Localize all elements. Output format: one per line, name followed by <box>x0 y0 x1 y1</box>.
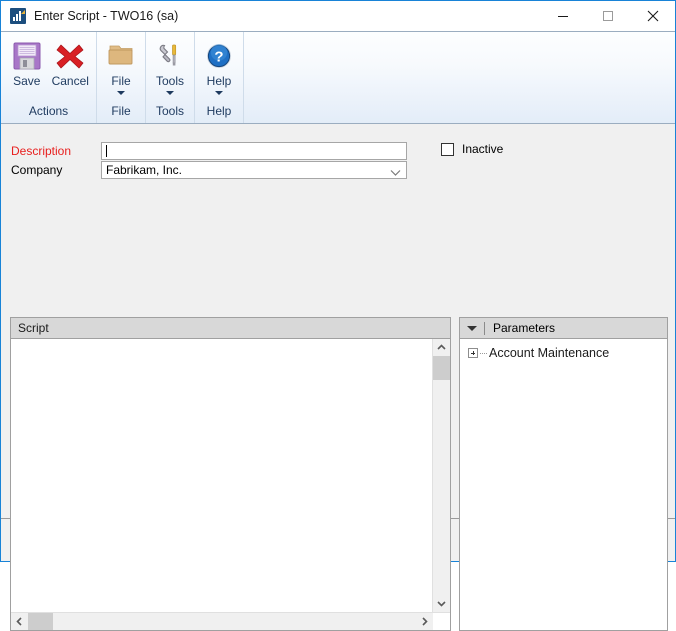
horizontal-scroll-track[interactable] <box>28 613 416 630</box>
vertical-scroll-thumb[interactable] <box>433 356 450 380</box>
chevron-up-icon <box>437 344 446 350</box>
chart-icon <box>10 8 26 24</box>
ribbon-group-tools-items: Tools <box>146 32 194 103</box>
chevron-down-icon <box>166 91 174 95</box>
ribbon-group-help-label: Help <box>206 104 232 118</box>
file-menu-label: File <box>111 74 131 88</box>
chevron-down-icon <box>437 601 446 607</box>
company-row: Company Fabrikam, Inc. <box>1 161 407 179</box>
header-divider <box>484 321 485 335</box>
tools-menu-label: Tools <box>155 74 184 88</box>
tools-menu-button[interactable]: Tools <box>150 36 190 95</box>
parameters-panel-title: Parameters <box>493 321 556 335</box>
chevron-down-icon <box>117 91 125 95</box>
help-menu-label: Help <box>206 74 232 88</box>
script-panel-bottom <box>11 612 450 630</box>
script-panel: Script <box>10 317 451 631</box>
ribbon-group-tools: Tools Tools <box>145 32 194 123</box>
ribbon-group-actions-items: Save Cancel <box>1 32 96 103</box>
close-button[interactable] <box>630 1 675 31</box>
window-controls <box>540 1 675 31</box>
script-panel-header: Script <box>11 318 450 339</box>
enter-script-window: Enter Script - TWO16 (sa) Save Cancel Ac… <box>0 0 676 631</box>
ribbon-group-file-items: File <box>97 32 145 103</box>
company-dropdown-value: Fabrikam, Inc. <box>106 163 183 177</box>
chevron-down-icon <box>390 166 401 180</box>
inactive-label: Inactive <box>462 142 504 156</box>
ribbon-group-help: ? Help Help <box>194 32 243 123</box>
description-row: Description <box>1 142 407 160</box>
scrollbar-corner <box>433 613 450 630</box>
window-body: Description Company Fabrikam, Inc. Inact… <box>1 124 675 631</box>
parameters-panel: Parameters Account Maintenance <box>459 317 668 631</box>
horizontal-scroll-thumb[interactable] <box>28 613 53 630</box>
maximize-button[interactable] <box>585 1 630 31</box>
ribbon-group-file-label: File <box>111 104 131 118</box>
script-horizontal-scrollbar[interactable] <box>11 613 433 630</box>
close-icon <box>647 10 658 22</box>
minimize-icon <box>557 16 568 17</box>
description-label: Description <box>11 144 72 158</box>
ribbon-group-actions: Save Cancel Actions <box>1 32 96 123</box>
save-button-label: Save <box>13 74 41 88</box>
title-bar: Enter Script - TWO16 (sa) <box>1 1 675 31</box>
ribbon-group-actions-label: Actions <box>28 104 69 118</box>
parameters-panel-header[interactable]: Parameters <box>460 318 667 339</box>
ribbon-filler <box>243 32 675 123</box>
ribbon-group-file: File File <box>96 32 145 123</box>
file-menu-button[interactable]: File <box>101 36 141 95</box>
company-dropdown[interactable]: Fabrikam, Inc. <box>101 161 407 179</box>
minimize-button[interactable] <box>540 1 585 31</box>
cancel-button-label: Cancel <box>51 74 89 88</box>
scroll-up-button[interactable] <box>433 339 450 356</box>
svg-text:?: ? <box>214 49 223 66</box>
triangle-down-icon[interactable] <box>467 325 477 331</box>
tree-item-account-maintenance[interactable]: Account Maintenance <box>460 344 667 362</box>
ribbon-toolbar: Save Cancel Actions File File Tools Tool… <box>1 31 675 124</box>
plus-box-icon[interactable] <box>468 348 478 358</box>
folder-icon <box>106 39 136 73</box>
scroll-left-button[interactable] <box>11 613 28 630</box>
scroll-down-button[interactable] <box>433 595 450 612</box>
scroll-right-button[interactable] <box>416 613 433 630</box>
description-input[interactable] <box>101 142 407 160</box>
ribbon-group-help-items: ? Help <box>195 32 243 103</box>
script-editor[interactable] <box>11 339 432 612</box>
tree-connector <box>480 352 487 354</box>
company-label: Company <box>11 163 63 177</box>
help-question-icon: ? <box>204 39 234 73</box>
cancel-button[interactable]: Cancel <box>49 36 93 88</box>
title-bar-left: Enter Script - TWO16 (sa) <box>1 8 540 24</box>
window-title: Enter Script - TWO16 (sa) <box>34 9 179 23</box>
chevron-down-icon <box>215 91 223 95</box>
help-menu-button[interactable]: ? Help <box>199 36 239 95</box>
chevron-left-icon <box>16 617 22 626</box>
script-panel-main <box>11 339 450 612</box>
inactive-checkbox[interactable] <box>441 142 454 156</box>
tree-item-label: Account Maintenance <box>489 346 610 360</box>
cancel-x-icon <box>54 39 86 73</box>
wrench-screwdriver-icon <box>155 39 185 73</box>
inactive-checkbox-row[interactable]: Inactive <box>441 142 503 156</box>
maximize-icon <box>602 11 613 21</box>
save-floppy-icon <box>11 39 43 73</box>
script-vertical-scrollbar[interactable] <box>432 339 450 612</box>
vertical-scroll-track[interactable] <box>433 356 450 595</box>
ribbon-group-tools-label: Tools <box>155 104 184 118</box>
text-cursor <box>106 145 107 157</box>
save-button[interactable]: Save <box>5 36 49 88</box>
parameters-tree: Account Maintenance <box>460 339 667 630</box>
chevron-right-icon <box>422 617 428 626</box>
